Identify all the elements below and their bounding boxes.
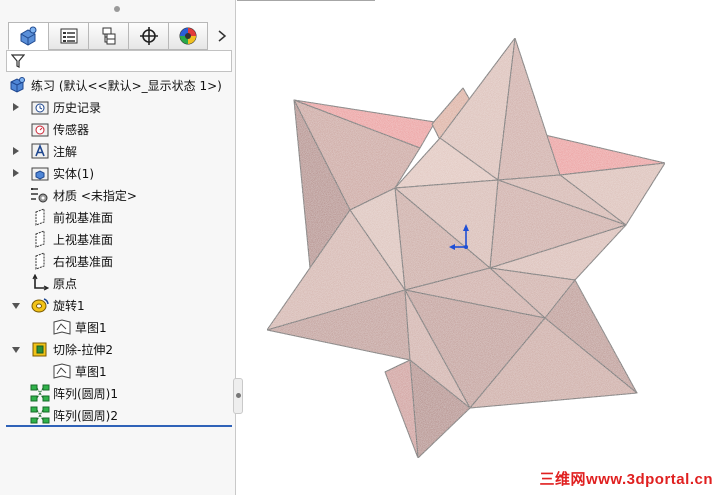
tree-item-top-plane[interactable]: 上视基准面 xyxy=(30,228,113,250)
circular-pattern-icon xyxy=(30,405,50,425)
watermark-text: 三维网www.3dportal.cn xyxy=(539,471,713,488)
display-manager-icon xyxy=(179,27,197,45)
annotation-icon xyxy=(30,141,50,161)
expand-arrow-icon[interactable] xyxy=(11,168,21,178)
tree-item-annotations[interactable]: 注解 xyxy=(13,140,77,162)
tree-item-sensors[interactable]: 传感器 xyxy=(30,118,89,140)
filter-funnel-icon xyxy=(11,54,25,68)
circular-pattern-icon xyxy=(30,383,50,403)
dimxpert-tab[interactable] xyxy=(128,22,168,50)
display-manager-tab[interactable] xyxy=(168,22,208,50)
expand-arrow-icon[interactable] xyxy=(11,146,21,156)
manager-tabs xyxy=(8,22,208,50)
expand-arrow-icon[interactable] xyxy=(11,102,21,112)
tree-item-sketch1-cut[interactable]: 草图1 xyxy=(52,360,107,382)
graphics-viewport[interactable]: 三维网www.3dportal.cn xyxy=(237,0,721,495)
tree-root-label: 练习 (默认<<默认>_显示状态 1>) xyxy=(31,78,222,93)
feature-manager-icon xyxy=(20,26,36,46)
crosshair-icon xyxy=(139,27,158,45)
tree-item-cut-extrude2[interactable]: 切除-拉伸2 xyxy=(12,338,113,360)
material-icon xyxy=(30,185,50,205)
tabs-more-chevron-icon[interactable] xyxy=(212,22,232,50)
plane-icon xyxy=(30,229,50,249)
tree-item-material[interactable]: 材质 <未指定> xyxy=(30,184,137,206)
solidworks-window: 练习 (默认<<默认>_显示状态 1>) 历史记录 传感器 注解 实体(1) 材… xyxy=(0,0,721,495)
plane-icon xyxy=(30,251,50,271)
tree-item-history[interactable]: 历史记录 xyxy=(13,96,101,118)
sensor-icon xyxy=(30,119,50,139)
tree-item-sketch1-revolve[interactable]: 草图1 xyxy=(52,316,107,338)
tree-item-circular-pattern1[interactable]: 阵列(圆周)1 xyxy=(30,382,118,404)
star-polyhedron-model xyxy=(266,37,666,459)
tree-item-circular-pattern2[interactable]: 阵列(圆周)2 xyxy=(30,404,118,426)
panel-grip-icon[interactable] xyxy=(114,6,120,12)
part-icon xyxy=(8,75,28,95)
history-folder-icon xyxy=(30,97,50,117)
plane-icon xyxy=(30,207,50,227)
tree-item-front-plane[interactable]: 前视基准面 xyxy=(30,206,113,228)
feature-manager-panel: 练习 (默认<<默认>_显示状态 1>) 历史记录 传感器 注解 实体(1) 材… xyxy=(0,0,236,495)
rollback-bar[interactable] xyxy=(6,425,232,427)
tree-root-part[interactable]: 练习 (默认<<默认>_显示状态 1>) xyxy=(8,74,222,96)
property-manager-icon xyxy=(60,28,77,44)
sketch-icon xyxy=(52,361,72,381)
origin-icon xyxy=(30,273,50,293)
property-manager-tab[interactable] xyxy=(48,22,88,50)
feature-manager-tab[interactable] xyxy=(8,22,48,50)
sketch-icon xyxy=(52,317,72,337)
tree-item-right-plane[interactable]: 右视基准面 xyxy=(30,250,113,272)
tree-filter[interactable] xyxy=(6,50,232,72)
tree-item-revolve1[interactable]: 旋转1 xyxy=(12,294,85,316)
cut-extrude-icon xyxy=(30,339,50,359)
configuration-manager-icon xyxy=(102,27,115,45)
tree-item-origin[interactable]: 原点 xyxy=(30,272,77,294)
solid-bodies-icon xyxy=(30,163,50,183)
collapse-arrow-icon[interactable] xyxy=(11,345,21,355)
revolve-icon xyxy=(30,295,50,315)
tree-item-solid-bodies[interactable]: 实体(1) xyxy=(13,162,94,184)
collapse-arrow-icon[interactable] xyxy=(11,301,21,311)
configuration-manager-tab[interactable] xyxy=(88,22,128,50)
